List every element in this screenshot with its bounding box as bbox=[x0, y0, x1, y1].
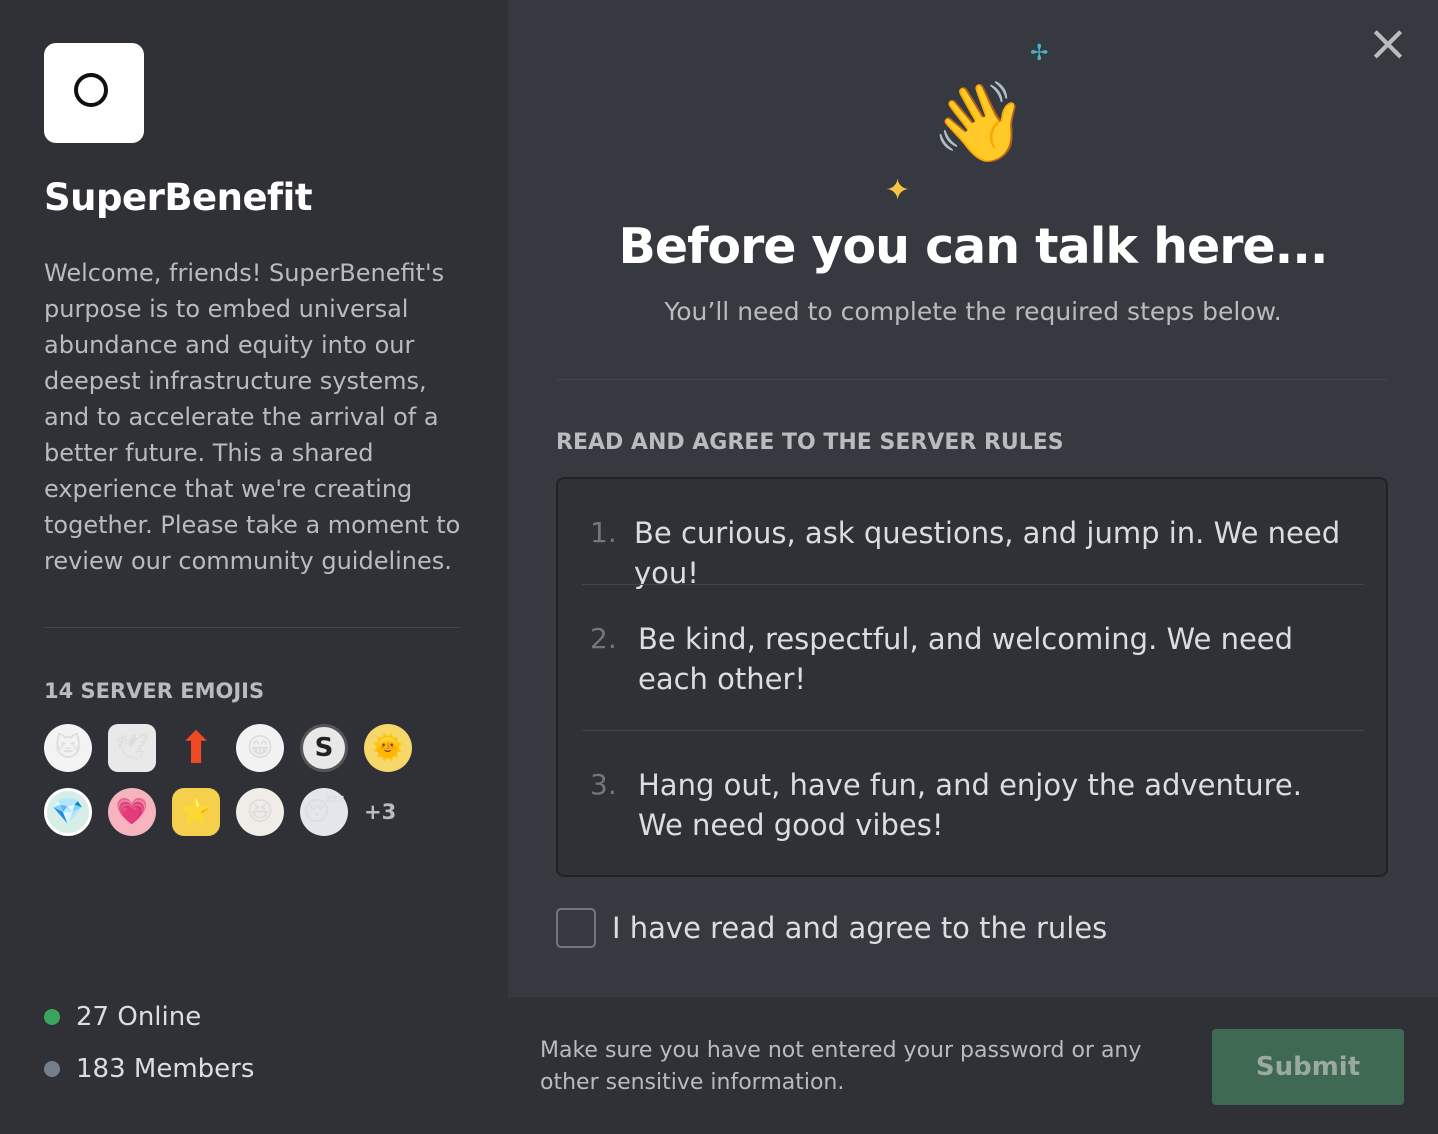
members-dot-icon bbox=[44, 1061, 60, 1077]
security-note: Make sure you have not entered your pass… bbox=[540, 1038, 1142, 1095]
grin-emoji-icon[interactable]: 😁 bbox=[236, 724, 284, 772]
online-count: 27 Online bbox=[44, 1002, 201, 1032]
agree-label[interactable]: I have read and agree to the rules bbox=[612, 911, 1107, 945]
server-description: Welcome, friends! SuperBenefit's purpose… bbox=[44, 259, 461, 575]
close-icon[interactable]: × bbox=[1362, 18, 1414, 72]
star-badge-emoji-icon[interactable]: ⭐ bbox=[172, 788, 220, 836]
sun-emoji-icon[interactable]: 🌞 bbox=[364, 724, 412, 772]
rule-number: 1. bbox=[590, 516, 617, 549]
gate-subtitle: You’ll need to complete the required ste… bbox=[664, 297, 1282, 326]
laughing-girl-emoji-icon[interactable]: 😆 bbox=[236, 788, 284, 836]
divider bbox=[44, 627, 460, 628]
server-info-panel: SuperBenefit Welcome, friends! SuperBene… bbox=[0, 0, 508, 1134]
gate-title: Before you can talk here... bbox=[618, 218, 1329, 275]
server-logo-ring-icon bbox=[74, 73, 108, 107]
rules-list: 1. Be curious, ask questions, and jump i… bbox=[556, 477, 1388, 877]
submit-button[interactable]: Submit bbox=[1212, 1029, 1404, 1105]
rule-number: 2. bbox=[590, 622, 617, 655]
rule-text: Be curious, ask questions, and jump in. … bbox=[634, 516, 1341, 590]
more-emojis-count: +3 bbox=[364, 800, 397, 824]
s-coin-emoji-icon[interactable]: S bbox=[300, 724, 348, 772]
agree-checkbox[interactable] bbox=[556, 908, 596, 948]
sparkle-icon: ✢ bbox=[1030, 41, 1049, 66]
gem-badge-emoji-icon[interactable]: 💎 bbox=[44, 788, 92, 836]
emoji-heading: 14 SERVER EMOJIS bbox=[44, 679, 265, 703]
members-label: 183 Members bbox=[76, 1054, 255, 1084]
cat-emoji-icon[interactable]: 🐱 bbox=[44, 724, 92, 772]
rule-text: Be kind, respectful, and welcoming. We n… bbox=[638, 622, 1294, 696]
up-arrow-emoji-icon[interactable]: ⬆ bbox=[172, 723, 220, 774]
member-count: 183 Members bbox=[44, 1054, 254, 1084]
heart-emoji-icon[interactable]: 💗 bbox=[108, 788, 156, 836]
rule-number: 3. bbox=[590, 768, 617, 801]
sleepy-cat-emoji-icon[interactable]: 😴 bbox=[300, 788, 348, 836]
rules-heading: READ AND AGREE TO THE SERVER RULES bbox=[556, 430, 1064, 455]
online-dot-icon bbox=[44, 1009, 60, 1025]
rule-divider bbox=[582, 730, 1364, 731]
bird-emoji-icon[interactable]: 🕊 bbox=[108, 724, 156, 772]
rule-divider bbox=[582, 584, 1364, 585]
online-label: 27 Online bbox=[76, 1002, 202, 1032]
server-name: SuperBenefit bbox=[44, 176, 313, 219]
agree-rules-row[interactable]: I have read and agree to the rules bbox=[556, 908, 1107, 948]
divider bbox=[556, 379, 1388, 380]
star-sparkle-icon: ✦ bbox=[885, 173, 911, 208]
footer: Make sure you have not entered your pass… bbox=[508, 997, 1438, 1134]
waving-hand-icon: 👋 bbox=[931, 78, 1029, 168]
rule-text: Hang out, have fun, and enjoy the advent… bbox=[638, 768, 1302, 842]
server-avatar bbox=[44, 43, 144, 143]
